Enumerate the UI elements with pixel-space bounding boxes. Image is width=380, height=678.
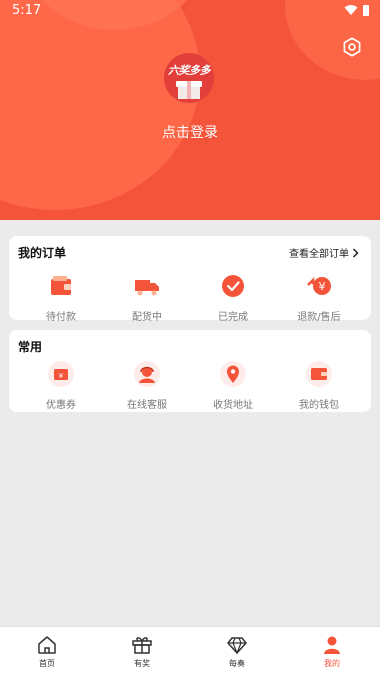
address-entry[interactable]: 收货地址	[193, 360, 273, 411]
common-title: 常用	[18, 340, 43, 354]
svg-text:¥: ¥	[319, 280, 326, 293]
status-bar: 5:17	[0, 0, 380, 22]
nav-diamond[interactable]: 每奏	[207, 635, 267, 669]
order-pending-payment[interactable]: 待付款	[21, 272, 101, 323]
nav-label: 有奖	[134, 659, 150, 668]
common-card: 常用 ¥ 优惠券 在线客服 收货地址 我的钱包	[9, 330, 371, 412]
home-icon	[38, 636, 56, 654]
order-label: 退款/售后	[297, 312, 341, 323]
app-logo-avatar[interactable]: 六奖多多	[164, 53, 214, 103]
diamond-icon	[227, 637, 247, 655]
orders-title: 我的订单	[18, 246, 67, 260]
orders-card: 我的订单 查看全部订单 待付款 配货中 已完成 ¥ 退款/售后	[9, 236, 371, 323]
gift-icon	[132, 637, 152, 654]
logo-text: 六奖多多	[168, 64, 211, 77]
wallet-icon	[51, 276, 71, 295]
view-all-orders-label: 查看全部订单	[289, 249, 349, 260]
customer-service-icon	[134, 361, 160, 387]
svg-text:¥: ¥	[59, 372, 64, 380]
nav-label: 首页	[39, 659, 55, 668]
nav-prizes[interactable]: 有奖	[112, 635, 172, 669]
common-label: 在线客服	[127, 400, 167, 411]
settings-gear-icon[interactable]	[342, 37, 362, 57]
nav-label: 我的	[324, 659, 340, 668]
decor-circle	[0, 0, 200, 210]
profile-header: 5:17 六奖多多 点击登录	[0, 0, 380, 220]
login-link[interactable]: 点击登录	[0, 122, 380, 142]
order-label: 已完成	[218, 312, 248, 323]
common-label: 优惠券	[46, 400, 76, 411]
nav-home[interactable]: 首页	[17, 635, 77, 669]
coupon-icon: ¥	[48, 361, 74, 387]
bottom-navigation: 首页 有奖 每奏 我的	[0, 626, 380, 678]
common-label: 收货地址	[213, 400, 253, 411]
order-label: 配货中	[132, 312, 162, 323]
view-all-orders-link[interactable]: 查看全部订单	[289, 245, 359, 260]
order-label: 待付款	[46, 312, 76, 323]
truck-icon	[135, 280, 159, 296]
wallet-icon	[306, 361, 332, 387]
order-refund[interactable]: ¥ 退款/售后	[279, 272, 359, 323]
refund-icon: ¥	[307, 276, 331, 295]
order-preparing[interactable]: 配货中	[107, 272, 187, 323]
common-label: 我的钱包	[299, 400, 339, 411]
status-time: 5:17	[12, 3, 42, 18]
user-icon	[324, 636, 340, 654]
nav-mine[interactable]: 我的	[302, 635, 362, 669]
location-icon	[220, 361, 246, 387]
chevron-right-icon	[352, 247, 359, 258]
check-circle-icon	[222, 275, 244, 297]
wallet-entry[interactable]: 我的钱包	[279, 360, 359, 411]
gift-box-icon	[176, 81, 202, 99]
order-completed[interactable]: 已完成	[193, 272, 273, 323]
coupon-entry[interactable]: ¥ 优惠券	[21, 360, 101, 411]
battery-icon	[363, 5, 369, 16]
customer-service-entry[interactable]: 在线客服	[107, 360, 187, 411]
wifi-icon	[344, 5, 358, 15]
nav-label: 每奏	[229, 659, 245, 668]
